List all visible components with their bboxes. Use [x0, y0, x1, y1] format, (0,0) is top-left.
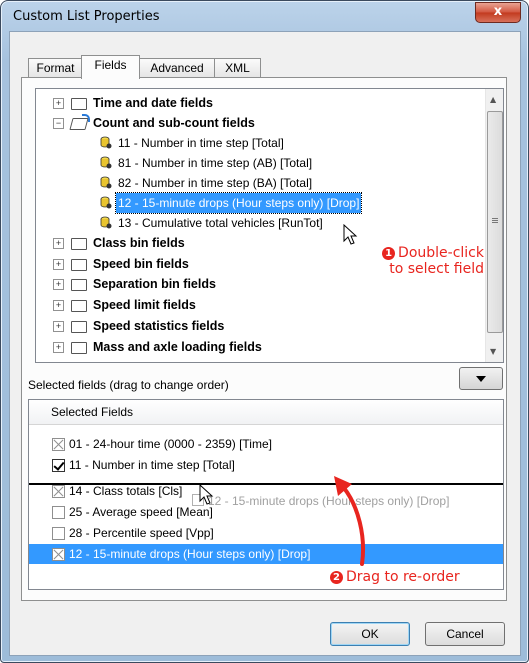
list-item-label: 01 - 24-hour time (0000 - 2359) [Time] [69, 437, 272, 451]
database-field-icon [100, 176, 112, 189]
expand-icon[interactable]: + [53, 342, 64, 353]
list-item[interactable]: 11 - Number in time step [Total] [29, 455, 503, 475]
cancel-button[interactable]: Cancel [425, 622, 505, 646]
tab-xml[interactable]: XML [214, 58, 261, 77]
tab-advanced[interactable]: Advanced [138, 58, 216, 77]
tree-category-label: Mass and axle loading fields [93, 340, 262, 354]
selected-fields-header[interactable]: Selected Fields [29, 400, 503, 425]
tree-vertical-scrollbar[interactable]: ▲ ▼ [485, 89, 503, 362]
folder-icon [71, 259, 87, 271]
checkbox-unchecked[interactable] [52, 506, 65, 519]
field-menu-dropdown-button[interactable] [459, 367, 503, 390]
scroll-thumb[interactable] [487, 111, 503, 333]
list-item-label: 11 - Number in time step [Total] [69, 458, 235, 472]
folder-icon [71, 321, 87, 333]
tree-field-label: 12 - 15-minute drops (Hour steps only) [… [114, 192, 363, 214]
step-1-badge: 1 [382, 247, 396, 260]
tree-category-label: Speed limit fields [93, 298, 196, 312]
list-item-label: 14 - Class totals [Cls] [69, 484, 183, 498]
tree-category-label: Time and date fields [93, 96, 213, 110]
expand-icon[interactable]: + [53, 321, 64, 332]
close-button[interactable]: x [475, 2, 521, 23]
database-field-icon [100, 136, 112, 149]
database-field-icon [100, 216, 112, 229]
folder-icon [71, 279, 87, 291]
tree-category-label: Speed bin fields [93, 257, 189, 271]
tree-category-label: Class bin fields [93, 236, 185, 250]
tree-field-label: 13 - Cumulative total vehicles [RunTot] [118, 216, 323, 230]
expand-icon[interactable]: + [53, 279, 64, 290]
tab-format[interactable]: Format [28, 58, 83, 77]
field-tree[interactable]: + Time and date fields − Count and sub-c… [35, 88, 504, 363]
mouse-pointer-icon [343, 224, 358, 245]
dropdown-arrow-icon [476, 376, 486, 382]
tree-field-label: 11 - Number in time step [Total] [118, 136, 284, 150]
checkbox-excluded[interactable] [52, 438, 65, 451]
tree-field-label: 81 - Number in time step (AB) [Total] [118, 156, 313, 170]
list-item-label: 28 - Percentile speed [Vpp] [69, 526, 214, 540]
checkbox-excluded[interactable] [52, 485, 65, 498]
collapse-icon[interactable]: − [53, 118, 64, 129]
annotation-1-line-1: Double-click [398, 245, 484, 261]
tab-fields[interactable]: Fields [81, 55, 140, 79]
list-item-highlighted[interactable]: 12 - 15-minute drops (Hour steps only) [… [29, 544, 503, 564]
list-item[interactable]: 28 - Percentile speed [Vpp] [29, 523, 503, 543]
tree-category-label: Count and sub-count fields [93, 116, 255, 130]
checkbox-checked[interactable] [52, 459, 65, 472]
annotation-step-1: 1 Double-click to select field [338, 245, 484, 277]
list-item-label: 12 - 15-minute drops (Hour steps only) [… [69, 547, 311, 561]
database-field-icon [100, 156, 112, 169]
expand-icon[interactable]: + [53, 259, 64, 270]
annotation-step-2: 2 Drag to re-order [330, 569, 506, 585]
selected-fields-label: Selected fields (drag to change order) [28, 378, 229, 392]
grip-icon [492, 218, 498, 219]
list-item[interactable]: 01 - 24-hour time (0000 - 2359) [Time] [29, 434, 503, 454]
title-bar[interactable]: Custom List Properties x [1, 1, 528, 31]
column-header-label: Selected Fields [51, 405, 134, 419]
annotation-1-line-2: to select field [389, 261, 484, 277]
folder-icon [71, 98, 87, 110]
scroll-down-icon[interactable]: ▼ [490, 347, 496, 356]
step-2-badge: 2 [330, 571, 343, 584]
folder-icon [71, 342, 87, 354]
expand-icon[interactable]: + [53, 98, 64, 109]
ok-button[interactable]: OK [330, 622, 410, 646]
window-title: Custom List Properties [13, 9, 160, 24]
checkbox-unchecked[interactable] [52, 527, 65, 540]
checkbox-excluded[interactable] [52, 548, 65, 561]
expand-icon[interactable]: + [53, 238, 64, 249]
database-field-icon [100, 196, 112, 209]
refresh-arrow-icon [82, 114, 90, 122]
scroll-up-icon[interactable]: ▲ [490, 95, 496, 104]
folder-icon [71, 238, 87, 250]
tree-category-label: Speed statistics fields [93, 319, 225, 333]
annotation-2-text: Drag to re-order [346, 569, 460, 585]
tree-category-label: Separation bin fields [93, 277, 216, 291]
drag-pointer-icon [199, 484, 214, 505]
drag-ghost-item: 12 - 15-minute drops (Hour steps only) [… [192, 494, 449, 508]
expand-icon[interactable]: + [53, 300, 64, 311]
tree-field-label: 82 - Number in time step (BA) [Total] [118, 176, 313, 190]
reorder-arrow-icon [334, 476, 366, 566]
folder-icon [71, 300, 87, 312]
